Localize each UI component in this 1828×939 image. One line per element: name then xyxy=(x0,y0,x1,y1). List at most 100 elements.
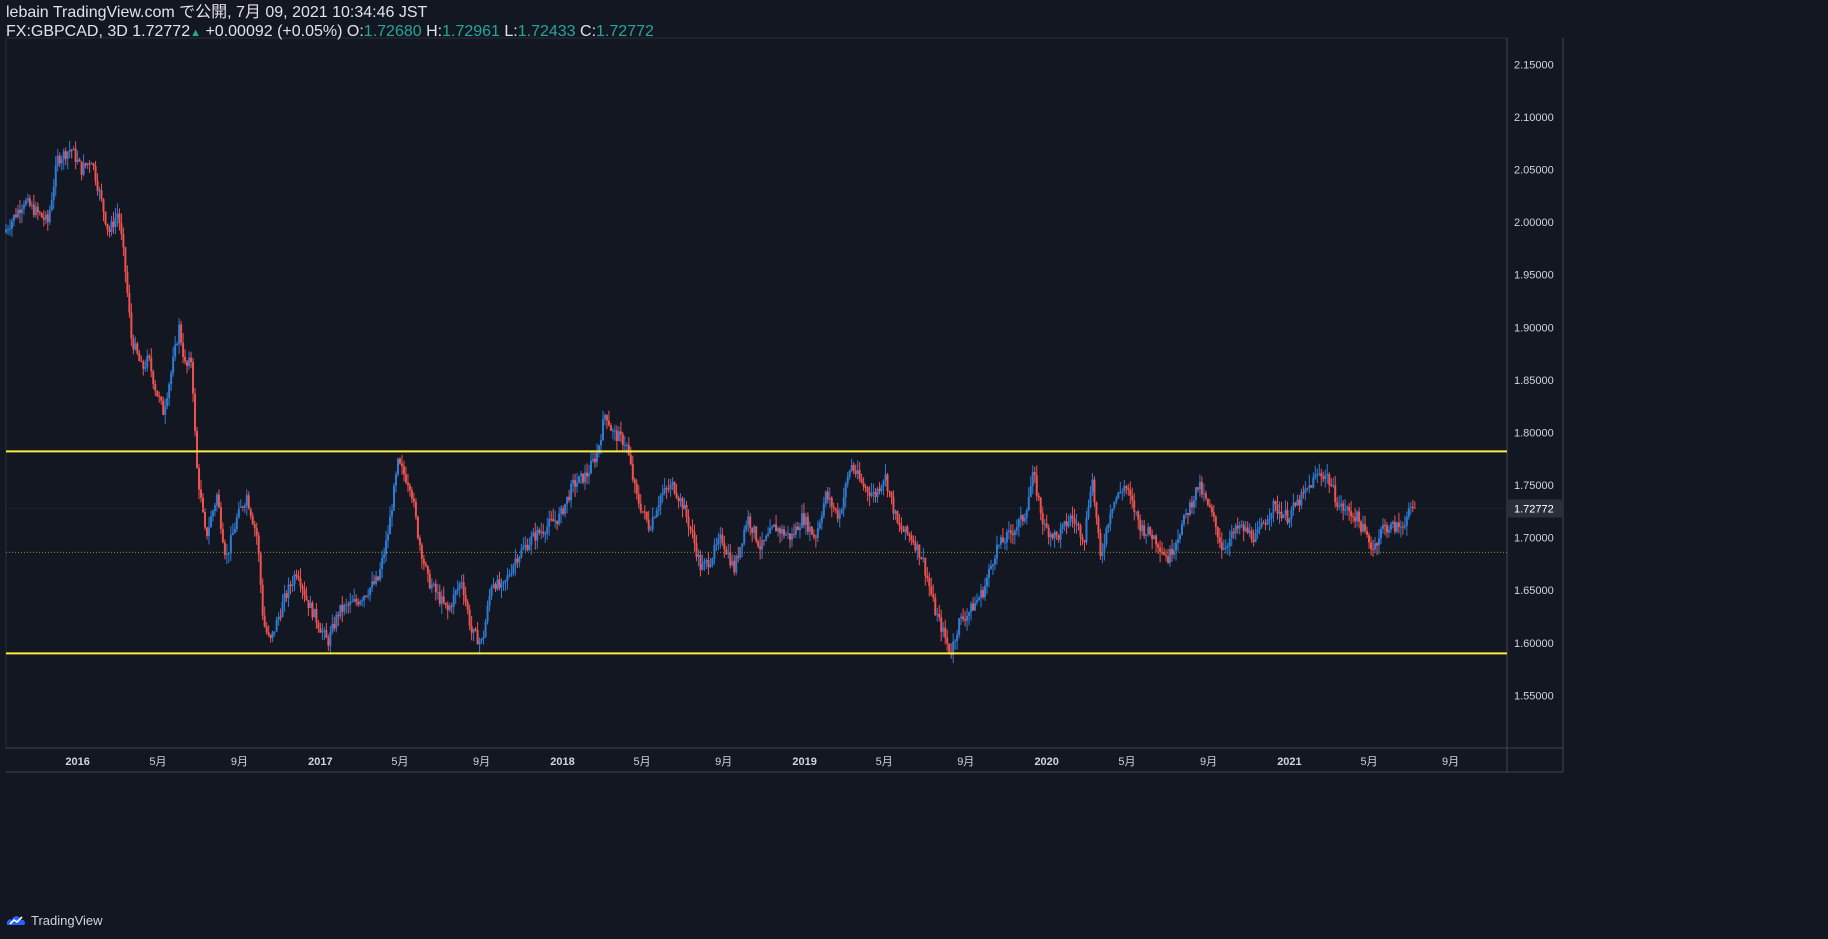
candle-body xyxy=(40,213,43,218)
candle-body xyxy=(58,155,61,164)
price-chart[interactable]: 1.55000 1.60000 1.65000 1.70000 1.75000 1.800… xyxy=(0,0,1828,939)
candle-body xyxy=(90,163,93,165)
candle-body xyxy=(699,554,702,570)
candle-body xyxy=(719,534,722,539)
candle-body xyxy=(476,630,479,645)
candle-body xyxy=(1326,474,1329,476)
candle-body xyxy=(964,619,967,621)
candle-body xyxy=(946,637,949,644)
x-tick-label: 5月 xyxy=(1360,756,1377,768)
candle-body xyxy=(767,533,770,537)
candle-body xyxy=(1356,511,1359,522)
candle-body xyxy=(661,492,664,496)
candle-body xyxy=(995,544,998,559)
candle-body xyxy=(219,507,222,529)
candle-body xyxy=(217,494,220,508)
candle-body xyxy=(534,532,537,541)
candle-body xyxy=(1222,547,1225,550)
candle-body xyxy=(922,557,925,560)
candle-body xyxy=(1296,499,1299,506)
candle-body xyxy=(1236,525,1239,529)
candle-body xyxy=(1153,535,1156,540)
candle-body xyxy=(908,533,911,536)
candle-body xyxy=(510,573,513,575)
candle-body xyxy=(508,574,511,576)
candle-body xyxy=(1377,538,1380,546)
candle-body xyxy=(267,632,270,636)
candle-body xyxy=(1053,531,1056,539)
candle-body xyxy=(844,483,847,498)
candle-body xyxy=(1115,498,1118,502)
candle-body xyxy=(717,538,720,545)
candle-body xyxy=(1399,526,1402,528)
x-tick-label: 2020 xyxy=(1034,756,1058,768)
candle-body xyxy=(846,476,849,484)
candle-body xyxy=(1288,518,1291,523)
candle-body xyxy=(1204,493,1207,499)
candle-body xyxy=(456,588,459,591)
candle-body xyxy=(1117,492,1120,499)
candle-body xyxy=(1397,522,1400,528)
candle-body xyxy=(1033,472,1036,475)
candle-body xyxy=(1087,506,1090,518)
close-label: C: xyxy=(580,23,597,40)
candle-body xyxy=(154,384,157,391)
candle-body xyxy=(723,543,726,550)
candle-body xyxy=(373,581,376,584)
candle-body xyxy=(735,556,738,573)
tradingview-brand[interactable]: TradingView xyxy=(5,910,103,930)
candle-body xyxy=(164,406,167,415)
candle-body xyxy=(305,595,308,600)
candle-body xyxy=(452,595,455,607)
candle-body xyxy=(739,546,742,558)
candle-body xyxy=(938,614,941,618)
candle-body xyxy=(402,466,405,475)
candle-body xyxy=(231,533,234,536)
candle-body xyxy=(526,544,529,551)
candle-body xyxy=(592,458,595,461)
candle-body xyxy=(1095,502,1098,518)
candle-body xyxy=(1121,491,1124,493)
candle-body xyxy=(960,616,963,619)
candle-body xyxy=(912,539,915,543)
candle-body xyxy=(436,592,439,594)
candle-body xyxy=(1411,507,1414,509)
candle-body xyxy=(900,525,903,530)
candle-body xyxy=(1194,487,1197,500)
candle-body xyxy=(1067,522,1070,527)
candle-body xyxy=(1073,518,1076,524)
candle-body xyxy=(500,583,503,588)
candle-body xyxy=(247,495,250,509)
candle-body xyxy=(1013,530,1016,536)
candle-body xyxy=(619,431,622,435)
candle-body xyxy=(186,361,189,366)
candle-body xyxy=(880,485,883,491)
candle-body xyxy=(1342,503,1345,511)
candle-body xyxy=(649,529,652,531)
last-price: 1.72772 xyxy=(132,23,191,40)
candle-body xyxy=(669,484,672,490)
candle-body xyxy=(1133,500,1136,512)
candle-body xyxy=(1360,521,1363,532)
candle-body xyxy=(1294,502,1297,506)
candle-body xyxy=(257,535,260,555)
y-tick-label: 1.90000 xyxy=(1514,322,1554,334)
candle-body xyxy=(759,546,762,550)
low-label: L: xyxy=(504,23,518,40)
candle-body xyxy=(395,474,398,486)
candle-body xyxy=(623,444,626,446)
candle-body xyxy=(518,556,521,563)
candle-body xyxy=(422,558,425,564)
candle-body xyxy=(430,585,433,589)
candle-body xyxy=(1256,529,1259,534)
candle-body xyxy=(209,516,212,528)
candle-body xyxy=(1230,531,1233,539)
candle-body xyxy=(335,614,338,629)
candle-body xyxy=(1244,527,1247,532)
candle-body xyxy=(307,599,310,608)
candle-body xyxy=(1049,533,1052,538)
candle-body xyxy=(339,604,342,617)
candle-body xyxy=(542,531,545,534)
candle-body xyxy=(1015,527,1018,531)
candle-body xyxy=(50,200,53,211)
